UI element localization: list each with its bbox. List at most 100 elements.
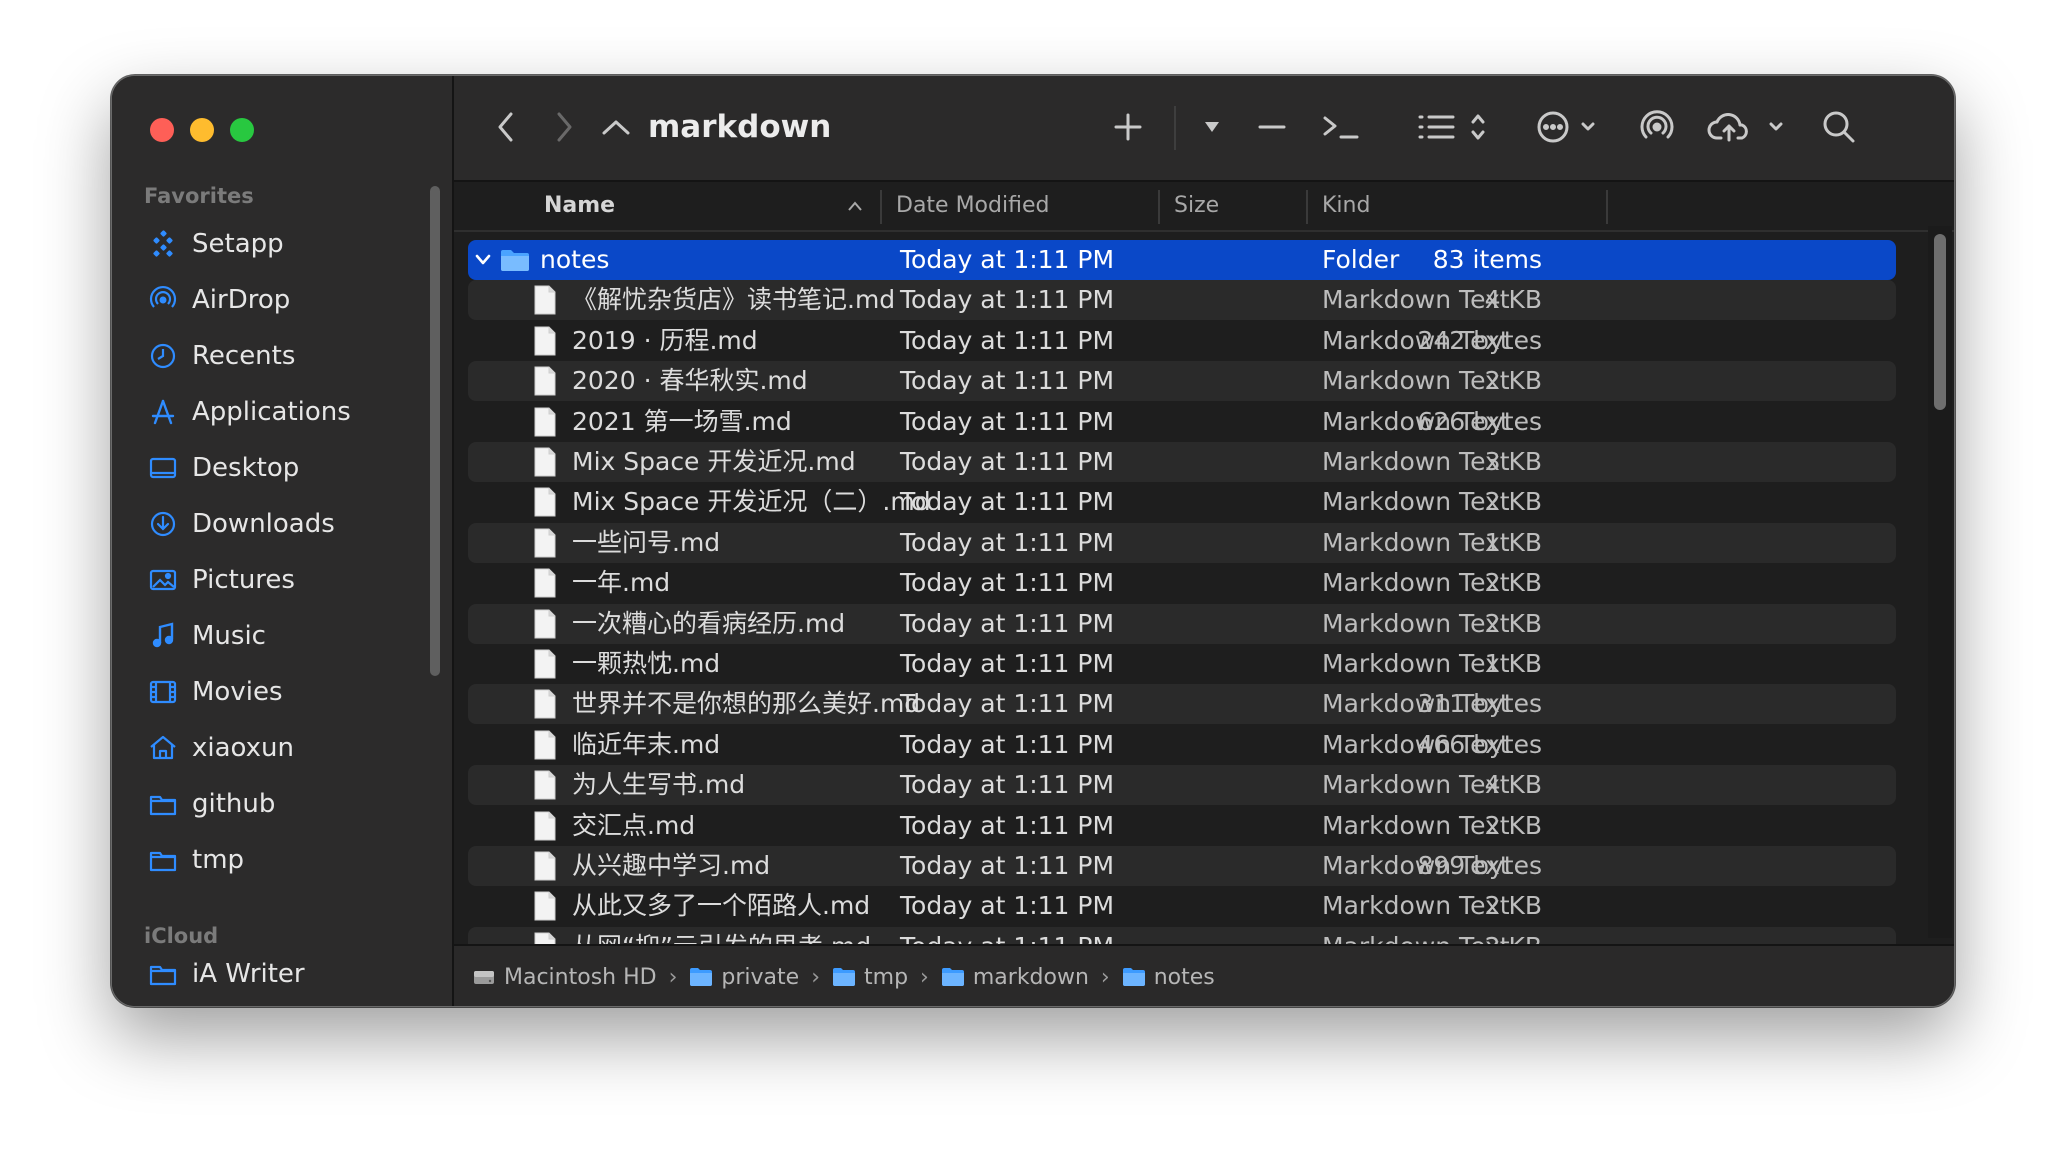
file-row[interactable]: 从此又多了一个陌路人.md Today at 1:11 PM 2 KB Markdow…: [468, 886, 1896, 926]
file-row[interactable]: 为人生写书.md Today at 1:11 PM 4 KB Markdown Tex…: [468, 765, 1896, 806]
path-item-4[interactable]: markdown: [941, 965, 1089, 990]
sidebar-item-movies[interactable]: Movies: [148, 672, 428, 712]
column-date-header[interactable]: Date Modified: [896, 182, 1049, 230]
date-modified: Today at 1:11 PM: [900, 325, 1115, 355]
sidebar-item-pictures[interactable]: Pictures: [148, 560, 428, 600]
path-separator-icon: ›: [1100, 964, 1110, 990]
file-row[interactable]: 2021 第一场雪.md Today at 1:11 PM 626 bytes Mar…: [468, 402, 1896, 442]
chevron-up-icon: [602, 120, 630, 135]
file-row[interactable]: 从兴趣中学习.md Today at 1:11 PM 899 bytes Markdo…: [468, 846, 1896, 886]
file-row[interactable]: 一颗热忱.md Today at 1:11 PM 1 KB Markdown Text: [468, 644, 1896, 684]
file-kind: Markdown Text: [1322, 810, 1510, 840]
file-row[interactable]: 2020 · 春华秋实.md Today at 1:11 PM 2 KB Markdo…: [468, 361, 1896, 402]
document-icon: [534, 568, 556, 598]
date-modified: Today at 1:11 PM: [900, 810, 1115, 840]
document-icon: [534, 528, 556, 558]
date-modified: Today at 1:11 PM: [900, 527, 1115, 557]
back-button[interactable]: [484, 102, 528, 152]
view-options-button[interactable]: [1414, 102, 1494, 152]
path-item-2[interactable]: private: [689, 965, 799, 990]
file-row[interactable]: 一年.md Today at 1:11 PM 2 KB Markdown Text: [468, 563, 1896, 603]
file-row[interactable]: 《解忧杂货店》读书笔记.md Today at 1:11 PM 4 KB Markdo…: [468, 280, 1896, 321]
column-size-header[interactable]: Size: [1174, 182, 1219, 230]
airdrop-icon: [1640, 110, 1674, 139]
sidebar-item-music[interactable]: Music: [148, 616, 428, 656]
file-name: 临近年末.md: [572, 729, 721, 759]
enclosing-folder-button[interactable]: [592, 102, 640, 152]
date-modified: Today at 1:11 PM: [900, 770, 1115, 800]
document-icon: [534, 447, 556, 477]
icloud-share-button[interactable]: [1706, 102, 1798, 152]
sort-ascending-icon: [848, 201, 862, 211]
column-divider[interactable]: [1606, 190, 1608, 224]
more-actions-button[interactable]: [1534, 102, 1606, 152]
file-row[interactable]: Mix Space 开发近况（二）.md Today at 1:11 PM 2 KB…: [468, 482, 1896, 522]
sidebar-item-recents[interactable]: Recents: [148, 336, 428, 376]
search-button[interactable]: [1814, 102, 1864, 152]
date-modified: Today at 1:11 PM: [900, 649, 1115, 678]
terminal-button[interactable]: [1314, 102, 1368, 152]
folder-row[interactable]: notes Today at 1:11 PM 83 items Folder: [468, 240, 1896, 280]
path-item-label: markdown: [972, 964, 1089, 990]
file-kind: Markdown Text: [1322, 366, 1510, 396]
file-row[interactable]: Mix Space 开发近况.md Today at 1:11 PM 3 KB Mar…: [468, 442, 1896, 482]
path-item-3[interactable]: tmp: [832, 965, 908, 990]
file-name: 一些问号.md: [572, 527, 721, 557]
path-item-label: notes: [1153, 964, 1215, 990]
file-name: 《解忧杂货店》读书笔记.md: [572, 285, 896, 315]
folder-icon: [148, 845, 178, 875]
file-row[interactable]: 世界并不是你想的那么美好.md Today at 1:11 PM 311 bytes…: [468, 684, 1896, 725]
chevron-left-icon: [498, 112, 513, 142]
list-scrollbar[interactable]: [1934, 234, 1946, 410]
date-modified: Today at 1:11 PM: [900, 729, 1115, 759]
file-row[interactable]: 一次糟心的看病经历.md Today at 1:11 PM 2 KB Markdown…: [468, 603, 1896, 644]
disclosure-triangle-icon[interactable]: [474, 252, 492, 268]
file-kind: Markdown Text: [1322, 891, 1510, 921]
path-item-1[interactable]: Macintosh HD: [472, 965, 657, 990]
path-item-label: tmp: [864, 964, 909, 990]
sidebar-item-github[interactable]: github: [148, 784, 428, 824]
sidebar-scrollbar[interactable]: [430, 186, 440, 676]
chevron-right-icon: [557, 112, 572, 142]
sidebar-item-label: tmp: [192, 845, 245, 875]
column-divider[interactable]: [880, 190, 882, 224]
sidebar-item-ia-writer[interactable]: iA Writer: [148, 954, 428, 994]
date-modified: Today at 1:11 PM: [900, 447, 1115, 476]
minimize-window-button[interactable]: [190, 118, 214, 142]
new-item-button[interactable]: [1106, 102, 1150, 152]
column-divider[interactable]: [1158, 190, 1160, 224]
sidebar-item-label: Desktop: [192, 453, 300, 483]
music-note-icon: [148, 621, 178, 651]
minus-icon: [1258, 125, 1286, 129]
zoom-window-button[interactable]: [230, 118, 254, 142]
sidebar-item-desktop[interactable]: Desktop: [148, 448, 428, 488]
column-divider[interactable]: [1306, 190, 1308, 224]
file-kind: Markdown Text: [1322, 689, 1510, 719]
path-separator-icon: ›: [811, 964, 821, 990]
path-item-5[interactable]: notes: [1122, 965, 1215, 990]
column-kind-header[interactable]: Kind: [1322, 182, 1370, 230]
file-name: notes: [540, 245, 610, 274]
new-item-menu-button[interactable]: [1192, 102, 1232, 152]
sidebar-item-applications[interactable]: Applications: [148, 392, 428, 432]
forward-button[interactable]: [542, 102, 586, 152]
close-window-button[interactable]: [150, 118, 174, 142]
file-row[interactable]: 交汇点.md Today at 1:11 PM 2 KB Markdown Text: [468, 806, 1896, 846]
sidebar-item-downloads[interactable]: Downloads: [148, 504, 428, 544]
clock-icon: [148, 341, 178, 371]
file-kind: Markdown Text: [1322, 927, 1510, 944]
sidebar-item-airdrop[interactable]: AirDrop: [148, 280, 428, 320]
sidebar-item-tmp[interactable]: tmp: [148, 840, 428, 880]
sidebar-item-setapp[interactable]: Setapp: [148, 224, 428, 264]
file-row[interactable]: 临近年末.md Today at 1:11 PM 466 bytes Markdown…: [468, 725, 1896, 765]
sidebar-item-xiaoxun[interactable]: xiaoxun: [148, 728, 428, 768]
file-row[interactable]: 从网“抑”云引发的思考.mdToday at 1:11 PM2 KBMarkdo…: [468, 926, 1896, 944]
column-name-header[interactable]: Name: [544, 182, 615, 230]
file-row[interactable]: 一些问号.md Today at 1:11 PM 1 KB Markdown Text: [468, 522, 1896, 563]
sidebar-item-label: Music: [192, 621, 266, 651]
file-name: 一颗热忱.md: [572, 649, 721, 678]
path-item-label: Macintosh HD: [504, 964, 657, 990]
file-row[interactable]: 2019 · 历程.md Today at 1:11 PM 242 bytes Mar…: [468, 321, 1896, 361]
airdrop-share-button[interactable]: [1630, 102, 1684, 152]
remove-button[interactable]: [1250, 102, 1294, 152]
